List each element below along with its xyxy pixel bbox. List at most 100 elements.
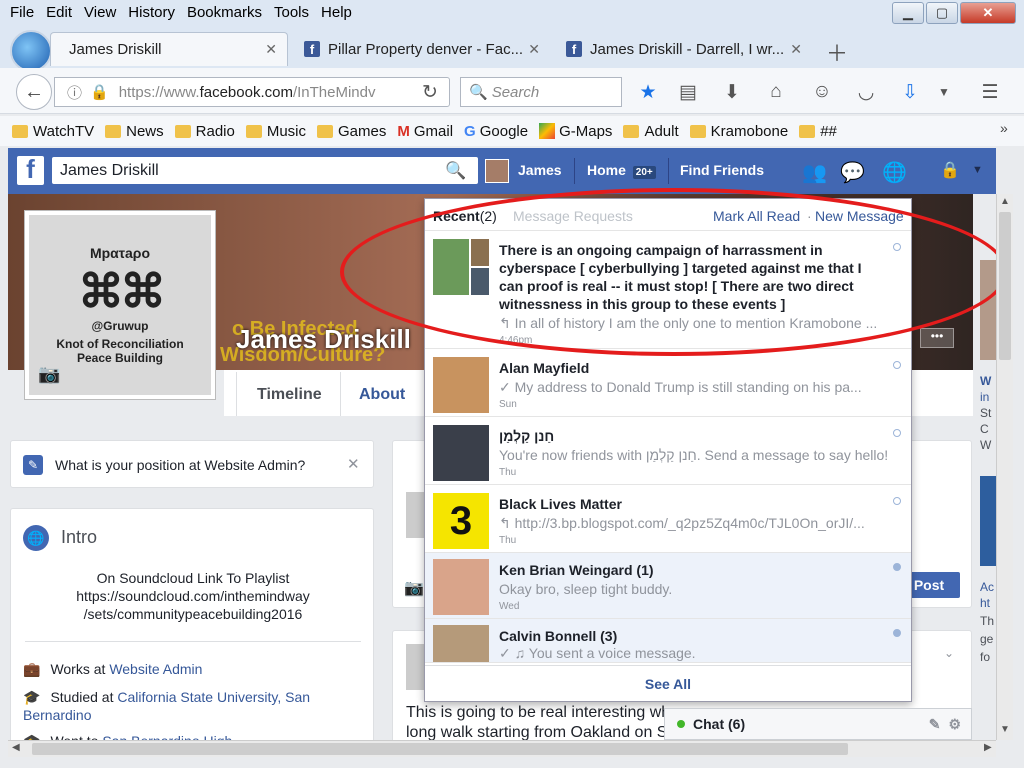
search-icon: 🔍 [469,84,488,101]
hamburger-menu-icon[interactable]: ☰ [978,80,1002,104]
avatar [433,357,489,413]
search-placeholder: Search [491,83,540,101]
bookmark-games[interactable]: Games [317,123,386,140]
message-item[interactable]: Calvin Bonnell (3) ✓ ♫ You sent a voice … [425,619,911,663]
account-menu-arrow-icon[interactable]: ▼ [972,164,983,176]
dismiss-icon[interactable]: ✕ [347,455,360,473]
smiley-icon[interactable]: ☺ [810,80,834,104]
more-options-icon[interactable]: ••• [920,328,954,348]
chat-bar[interactable]: Chat (6) ✎ ⚙ [664,708,972,740]
search-icon[interactable]: 🔍 [436,158,476,183]
online-status-icon [677,720,685,728]
message-item[interactable]: 3 Black Lives Matter ↰ http://3.bp.blogs… [425,487,911,553]
sidebar-text: ht [980,596,991,610]
profile-pic-text: Peace Building [76,351,164,365]
bookmark-google[interactable]: G Google [464,123,528,140]
admin-prompt-text[interactable]: What is your position at Website Admin? [55,457,305,473]
post-text: This is going to be real interesting whe [406,704,680,721]
facebook-logo-icon[interactable]: f [17,154,44,185]
tab-close-icon[interactable]: ✕ [528,41,540,58]
bookmark-radio[interactable]: Radio [174,123,235,140]
new-tab-button[interactable]: ＋ [826,36,848,68]
notifications-globe-icon[interactable]: 🌐 [882,160,907,185]
horizontal-scrollbar[interactable]: ◀ ▶ [8,740,996,757]
bookmark-label: News [126,122,164,140]
menu-edit[interactable]: Edit [46,4,72,21]
compose-icon[interactable]: ✎ [929,716,941,733]
dropdown-arrow-icon[interactable]: ▼ [932,80,956,104]
sidebar-text: in [980,390,990,404]
scroll-down-icon[interactable]: ▼ [1000,724,1010,735]
back-button[interactable]: ← [16,74,52,110]
tab-close-icon[interactable]: ✕ [790,41,802,58]
menu-view[interactable]: View [84,4,116,21]
unread-indicator-icon[interactable] [893,629,901,637]
scrollbar-thumb[interactable] [999,212,1011,360]
bookmark-hash[interactable]: ## [799,123,837,140]
friend-requests-icon[interactable]: 👥 [802,160,827,185]
message-title: חַנן קַלְמַן [499,428,555,444]
camera-icon[interactable]: 📷 [38,364,60,385]
messages-icon[interactable]: 💬 [840,160,865,185]
nav-home-link[interactable]: Home 20+ [587,162,656,179]
chevron-down-icon[interactable]: ⌄ [944,646,954,660]
facebook-search-input[interactable]: James Driskill [52,157,478,184]
url-bar[interactable]: ⓘ 🔒 https://www. facebook.com/InTheMindv [54,77,450,107]
scrollbar-thumb[interactable] [32,743,848,755]
works-link[interactable]: Website Admin [109,661,202,677]
nav-find-friends-link[interactable]: Find Friends [680,162,764,178]
home-icon[interactable]: ⌂ [764,80,788,104]
search-input[interactable]: 🔍 Search [460,77,622,107]
bookmark-gmail[interactable]: M Gmail [397,123,453,140]
bookmarks-overflow-icon[interactable]: » [1000,120,1008,136]
privacy-shortcuts-icon[interactable]: 🔒 [940,160,960,180]
menu-bookmarks[interactable]: Bookmarks [187,4,262,21]
download-manager-icon[interactable]: ⇩ [898,80,922,104]
bookmark-gmaps[interactable]: G-Maps [539,123,612,140]
scroll-left-icon[interactable]: ◀ [12,742,20,753]
gear-icon[interactable]: ⚙ [948,716,961,733]
scroll-up-icon[interactable]: ▲ [1000,196,1010,207]
bookmark-label: ## [820,122,837,140]
tab-pillar-property[interactable]: f Pillar Property denver - Fac... ✕ [294,32,550,66]
menu-file[interactable]: File [10,4,34,21]
minimize-button[interactable]: ▁ [892,2,924,24]
read-indicator-icon[interactable] [893,429,901,437]
tab-close-icon[interactable]: ✕ [265,41,277,58]
bookmark-adult[interactable]: Adult [623,123,679,140]
pocket-icon[interactable]: ◡ [854,80,878,104]
scroll-right-icon[interactable]: ▶ [984,742,992,753]
maximize-button[interactable]: ▢ [926,2,958,24]
avatar[interactable] [485,159,509,183]
bookmarks-list-icon[interactable]: ▤ [676,80,700,104]
tab-about[interactable]: About [359,386,405,404]
see-all-link[interactable]: See All [425,665,911,701]
close-icon: ✕ [982,5,994,20]
download-icon[interactable]: ⬇ [720,80,744,104]
menu-history[interactable]: History [128,4,175,21]
message-snippet: ✓ My address to Donald Trump is still st… [499,379,891,396]
message-item[interactable]: Alan Mayfield ✓ My address to Donald Tru… [425,351,911,417]
unread-indicator-icon[interactable] [893,563,901,571]
read-indicator-icon[interactable] [893,361,901,369]
bookmark-news[interactable]: News [105,123,164,140]
nav-profile-link[interactable]: James [518,162,562,178]
tab-james-driskill-darrell[interactable]: f James Driskill - Darrell, I wr... ✕ [556,32,812,66]
camera-icon[interactable]: 📷 [404,578,424,598]
menu-tools[interactable]: Tools [274,4,309,21]
tab-james-driskill[interactable]: James Driskill ✕ [50,32,288,66]
message-item[interactable]: Ken Brian Weingard (1) Okay bro, sleep t… [425,553,911,619]
tab-timeline[interactable]: Timeline [257,386,322,404]
bookmark-watchtv[interactable]: WatchTV [12,123,94,140]
bookmark-star-icon[interactable]: ★ [636,80,660,104]
bookmark-kramobone[interactable]: Kramobone [689,123,788,140]
menu-help[interactable]: Help [321,4,352,21]
intro-card: 🌐 Intro On Soundcloud Link To Playlist h… [10,508,374,748]
vertical-scrollbar[interactable]: ▲ ▼ [996,194,1013,740]
reload-icon[interactable]: ↻ [418,80,442,104]
snippet-text: My address to Donald Trump is still stan… [514,379,862,395]
message-item[interactable]: חַנן קַלְמַן You're now friends with חַנ… [425,419,911,485]
read-indicator-icon[interactable] [893,497,901,505]
close-window-button[interactable]: ✕ [960,2,1016,24]
bookmark-music[interactable]: Music [245,123,306,140]
